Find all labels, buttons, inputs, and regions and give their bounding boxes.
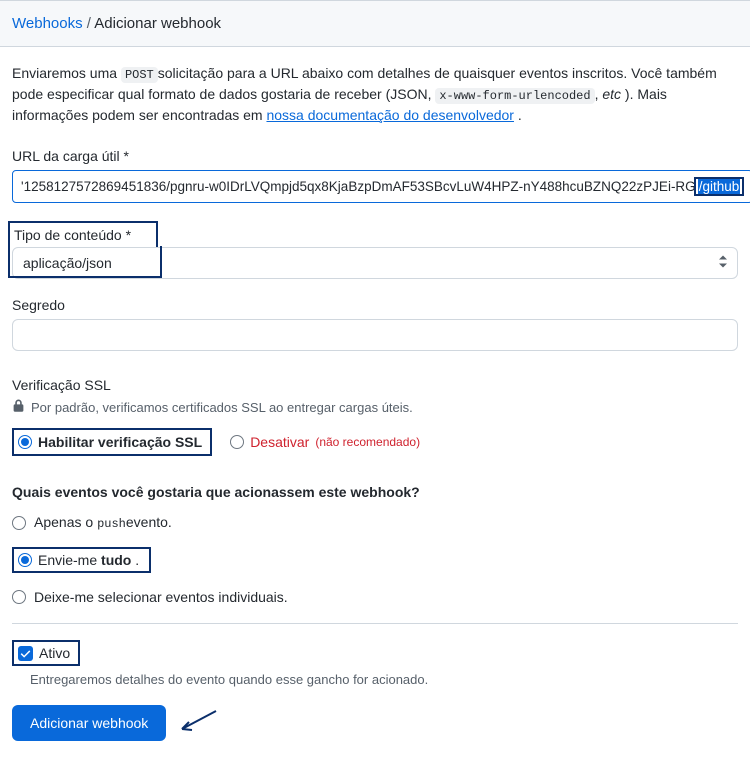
payload-url-label: URL da carga útil *: [12, 148, 738, 164]
intro-frag: .: [514, 107, 522, 123]
ssl-enable-option[interactable]: Habilitar verificação SSL: [12, 428, 212, 456]
content-type-field: Tipo de conteúdo * aplicação/json: [12, 221, 738, 279]
active-checkbox-option[interactable]: Ativo: [12, 640, 80, 666]
radio-unchecked-icon: [12, 516, 26, 530]
active-label: Ativo: [39, 645, 70, 661]
ssl-enable-label: Habilitar verificação SSL: [38, 434, 202, 450]
lock-icon: [12, 399, 25, 416]
event-frag: evento.: [126, 514, 172, 530]
arrow-annotation-icon: [176, 709, 220, 738]
event-frag: Apenas o: [34, 514, 97, 530]
event-push-label: Apenas o pushevento.: [34, 514, 172, 531]
intro-frag: Enviaremos uma: [12, 65, 121, 81]
checkbox-checked-icon: [18, 646, 33, 661]
payload-url-input[interactable]: '1258127572869451836/pgnru-w0IDrLVQmpjd5…: [12, 170, 750, 203]
event-everything-label: Envie-me tudo .: [38, 552, 139, 568]
payload-url-selected-text: /github: [698, 179, 741, 194]
ssl-note-text: Por padrão, verificamos certificados SSL…: [31, 400, 413, 415]
developer-docs-link[interactable]: nossa documentação do desenvolvedor: [266, 107, 514, 123]
add-webhook-button[interactable]: Adicionar webhook: [12, 705, 166, 741]
content-type-select[interactable]: aplicação/json: [12, 247, 738, 279]
active-note: Entregaremos detalhes do evento quando e…: [30, 672, 738, 687]
payload-url-field: URL da carga útil * '1258127572869451836…: [12, 148, 738, 203]
event-push-option[interactable]: Apenas o pushevento.: [12, 514, 738, 531]
breadcrumb-separator: /: [87, 15, 91, 32]
ssl-disable-option[interactable]: Desativar (não recomendado): [230, 434, 420, 450]
radio-unchecked-icon: [230, 435, 244, 449]
event-everything-option[interactable]: Envie-me tudo .: [12, 547, 738, 573]
intro-code-urlencoded: x-www-form-urlencoded: [435, 88, 594, 104]
event-frag: Envie-me: [38, 552, 101, 568]
radio-checked-icon: [18, 435, 32, 449]
radio-unchecked-icon: [12, 590, 26, 604]
secret-label: Segredo: [12, 297, 738, 313]
intro-code-post: POST: [121, 67, 158, 83]
intro-text: Enviaremos uma POSTsolicitação para a UR…: [12, 63, 738, 126]
payload-url-value-prefix: '1258127572869451836/pgnru-w0IDrLVQmpjd5…: [21, 179, 696, 194]
intro-etc: etc: [602, 86, 621, 102]
ssl-disable-label: Desativar: [250, 434, 309, 450]
secret-input[interactable]: [12, 319, 738, 351]
ssl-section: Verificação SSL Por padrão, verificamos …: [12, 377, 738, 456]
event-frag: tudo: [101, 552, 131, 568]
event-individual-label: Deixe-me selecionar eventos individuais.: [34, 589, 288, 605]
active-section: Ativo Entregaremos detalhes do evento qu…: [12, 640, 738, 687]
radio-checked-icon: [18, 553, 32, 567]
event-push-code: push: [97, 517, 126, 531]
ssl-not-recommended: (não recomendado): [315, 435, 420, 449]
event-frag: .: [131, 552, 139, 568]
secret-field: Segredo: [12, 297, 738, 351]
breadcrumb-current: Adicionar webhook: [94, 15, 221, 32]
divider: [12, 623, 738, 624]
ssl-title: Verificação SSL: [12, 377, 738, 393]
event-individual-option[interactable]: Deixe-me selecionar eventos individuais.: [12, 589, 738, 605]
payload-url-highlight-box: /github: [694, 177, 745, 196]
events-title: Quais eventos você gostaria que acionass…: [12, 484, 738, 500]
content-type-label: Tipo de conteúdo *: [14, 227, 150, 243]
breadcrumb: Webhooks / Adicionar webhook: [0, 0, 750, 47]
breadcrumb-root-link[interactable]: Webhooks: [12, 15, 83, 32]
